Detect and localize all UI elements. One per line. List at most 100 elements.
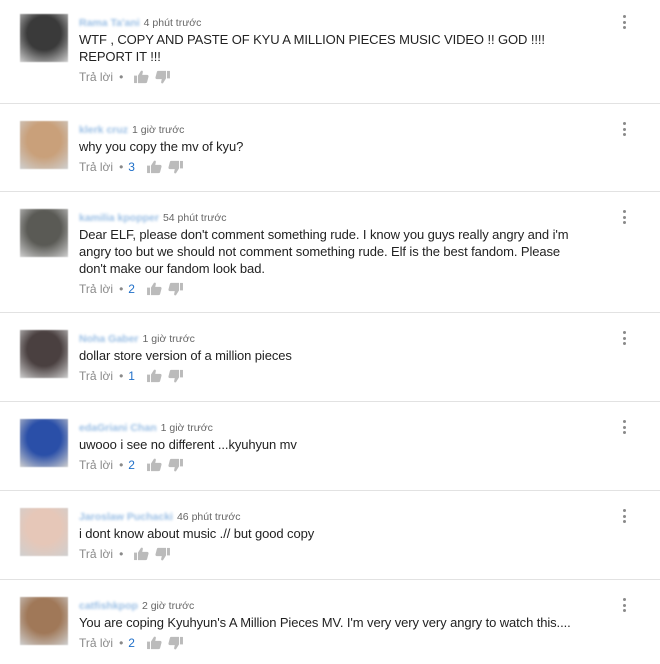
comment-author[interactable]: klerk cruz	[79, 123, 128, 138]
avatar-image	[20, 14, 68, 62]
comment-header: klerk cruz 1 giờ trước	[79, 121, 599, 136]
thumbs-up-icon[interactable]	[147, 458, 162, 472]
separator-dot: •	[119, 70, 124, 84]
separator-dot: •	[119, 458, 124, 472]
avatar[interactable]	[20, 597, 68, 645]
thumbs-down-icon[interactable]	[168, 160, 183, 174]
thumbs-up-icon[interactable]	[147, 282, 162, 296]
thumbs-up-icon[interactable]	[147, 636, 162, 650]
comment-header: edaGriani Chan 1 giờ trước	[79, 419, 599, 434]
comment-actions: Trả lời • 2	[79, 280, 599, 298]
comment-text: i dont know about music .// but good cop…	[79, 526, 315, 541]
thumbs-down-icon[interactable]	[168, 636, 183, 650]
menu-dot	[622, 420, 626, 423]
comment-actions: Trả lời • 1	[79, 367, 599, 385]
comment-header: Noha Gaber 1 giờ trước	[79, 330, 599, 345]
comment-text: Dear ELF, please don't comment something…	[79, 227, 569, 276]
comment-body: klerk cruz 1 giờ trước why you copy the mv…	[79, 121, 599, 176]
menu-dot	[622, 336, 626, 340]
more-options-icon[interactable]	[620, 209, 628, 225]
avatar-image	[20, 121, 68, 169]
avatar[interactable]	[20, 209, 68, 257]
menu-dot	[622, 122, 626, 125]
more-options-icon[interactable]	[620, 121, 628, 137]
thumbs-down-icon[interactable]	[168, 369, 183, 383]
avatar[interactable]	[20, 121, 68, 169]
comment-author[interactable]: kamilia kpopper	[79, 211, 159, 226]
menu-dot	[622, 603, 626, 607]
comment-author[interactable]: edaGriani Chan	[79, 421, 157, 436]
comment-text: WTF , COPY AND PASTE OF KYU A MILLION PI…	[79, 32, 545, 64]
comment-text: dollar store version of a million pieces	[79, 348, 292, 363]
reply-button[interactable]: Trả lời	[79, 369, 113, 383]
comment-body: catfishkpop 2 giờ trước You are coping Kyu…	[79, 597, 599, 652]
comment-actions: Trả lời •	[79, 68, 599, 86]
comment-timestamp[interactable]: 1 giờ trước	[132, 123, 184, 138]
comment-timestamp[interactable]: 2 giờ trước	[142, 599, 194, 614]
comment-body: Noha Gaber 1 giờ trước dollar store versio…	[79, 330, 599, 385]
comment-timestamp[interactable]: 54 phút trước	[163, 211, 227, 226]
reply-button[interactable]: Trả lời	[79, 282, 113, 296]
reply-button[interactable]: Trả lời	[79, 458, 113, 472]
reply-button[interactable]: Trả lời	[79, 160, 113, 174]
comment-body: Jaroslaw Puchacki 46 phút trước i dont kno…	[79, 508, 599, 563]
comment-timestamp[interactable]: 1 giờ trước	[161, 421, 213, 436]
reply-button[interactable]: Trả lời	[79, 70, 113, 84]
avatar-image	[20, 508, 68, 556]
menu-dot	[622, 431, 626, 434]
menu-dot	[622, 215, 626, 219]
menu-dot	[622, 509, 626, 512]
menu-dot	[622, 331, 626, 334]
thumbs-down-icon[interactable]	[155, 547, 171, 561]
more-options-icon[interactable]	[620, 330, 628, 346]
comment-actions: Trả lời •	[79, 545, 599, 563]
thumbs-up-icon[interactable]	[147, 369, 162, 383]
avatar-image	[20, 597, 68, 645]
reply-button[interactable]: Trả lời	[79, 547, 113, 561]
menu-dot	[622, 598, 626, 601]
comment-timestamp[interactable]: 4 phút trước	[144, 16, 202, 31]
comment-header: kamilia kpopper 54 phút trước	[79, 209, 599, 224]
menu-dot	[622, 221, 626, 224]
avatar[interactable]	[20, 14, 68, 62]
avatar[interactable]	[20, 508, 68, 556]
comment-author[interactable]: Noha Gaber	[79, 332, 139, 347]
like-count: 2	[128, 282, 135, 296]
more-options-icon[interactable]	[620, 419, 628, 435]
separator-dot: •	[119, 282, 124, 296]
comment-header: Jaroslaw Puchacki 46 phút trước	[79, 508, 599, 523]
like-count: 2	[128, 458, 135, 472]
reply-button[interactable]: Trả lời	[79, 636, 113, 650]
thumbs-down-icon[interactable]	[168, 458, 183, 472]
thumbs-down-icon[interactable]	[168, 282, 183, 296]
avatar-image	[20, 330, 68, 378]
menu-dot	[622, 133, 626, 136]
comment-timestamp[interactable]: 46 phút trước	[177, 510, 241, 525]
separator-dot: •	[119, 547, 124, 561]
comment-author[interactable]: Rama Ta'ani	[79, 16, 140, 31]
avatar-image	[20, 209, 68, 257]
comment-author[interactable]: catfishkpop	[79, 599, 138, 614]
comment-actions: Trả lời • 2	[79, 456, 599, 474]
menu-dot	[622, 210, 626, 213]
more-options-icon[interactable]	[620, 14, 628, 30]
menu-dot	[622, 127, 626, 131]
comment-body: edaGriani Chan 1 giờ trước uwooo i see no …	[79, 419, 599, 474]
thumbs-up-icon[interactable]	[134, 70, 149, 84]
avatar[interactable]	[20, 419, 68, 467]
comment-actions: Trả lời • 2	[79, 634, 599, 652]
comment-body: Rama Ta'ani 4 phút trước WTF , COPY AND PA…	[79, 14, 599, 86]
comment-author[interactable]: Jaroslaw Puchacki	[79, 510, 173, 525]
comment-text: uwooo i see no different ...kyuhyun mv	[79, 437, 297, 452]
more-options-icon[interactable]	[620, 508, 628, 524]
thumbs-up-icon[interactable]	[134, 547, 149, 561]
separator-dot: •	[119, 160, 124, 174]
thumbs-down-icon[interactable]	[155, 70, 171, 84]
avatar[interactable]	[20, 330, 68, 378]
menu-dot	[622, 520, 626, 523]
like-count: 1	[128, 369, 135, 383]
comment-body: kamilia kpopper 54 phút trước Dear ELF, pl…	[79, 209, 599, 298]
thumbs-up-icon[interactable]	[147, 160, 162, 174]
more-options-icon[interactable]	[620, 597, 628, 613]
comment-timestamp[interactable]: 1 giờ trước	[143, 332, 195, 347]
